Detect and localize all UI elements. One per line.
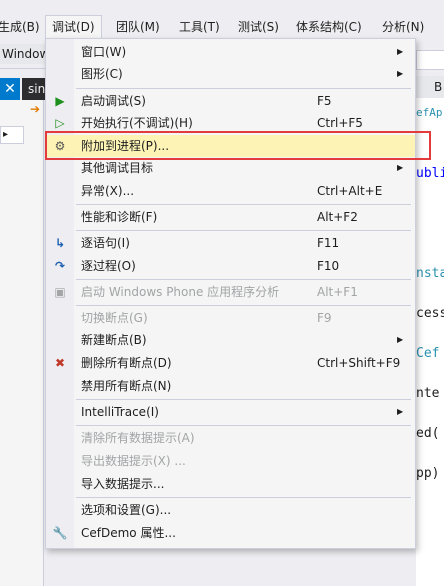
menu-item-graphics[interactable]: 图形(C) ▶ — [46, 63, 415, 85]
play-outline-icon: ▷ — [55, 116, 65, 130]
menu-item-export-data-tips[interactable]: 导出数据提示(X) ... — [46, 450, 415, 472]
menu-build[interactable]: 生成(B) — [0, 16, 46, 38]
menu-item-intellitrace[interactable]: IntelliTrace(I) ▶ — [46, 401, 415, 423]
windows-tab[interactable]: Windows — [0, 44, 49, 64]
delete-breakpoints-icon: ✖ — [54, 356, 66, 370]
toolbar-dropdown[interactable] — [416, 50, 444, 70]
step-over-icon: ↷ — [54, 259, 66, 273]
menu-item-new-breakpoint[interactable]: 新建断点(B) ▶ — [46, 329, 415, 351]
code-fragment: ubli — [416, 166, 444, 181]
menu-item-start-debugging[interactable]: ▶ 启动调试(S) F5 — [46, 90, 415, 112]
menu-item-windows-phone-analysis[interactable]: ▣ 启动 Windows Phone 应用程序分析 Alt+F1 — [46, 281, 415, 303]
debug-menu: 窗口(W) ▶ 图形(C) ▶ ▶ 启动调试(S) F5 ▷ 开始执行(不调试)… — [45, 38, 416, 549]
code-fragment: efAp — [416, 106, 443, 119]
code-fragment: cess — [416, 306, 444, 321]
menu-separator — [76, 399, 411, 400]
menu-separator — [76, 425, 411, 426]
phone-analysis-icon: ▣ — [54, 285, 66, 299]
menu-architecture[interactable]: 体系结构(C) — [290, 16, 368, 38]
menu-item-step-into[interactable]: ↳ 逐语句(I) F11 — [46, 232, 415, 254]
menu-item-import-data-tips[interactable]: 导入数据提示... — [46, 473, 415, 495]
annotation-highlight-box — [45, 131, 431, 160]
menu-tools[interactable]: 工具(T) — [173, 16, 226, 38]
menu-item-exceptions[interactable]: 异常(X)... Ctrl+Alt+E — [46, 180, 415, 202]
menu-debug[interactable]: 调试(D) — [45, 15, 102, 38]
submenu-arrow-icon: ▶ — [397, 47, 404, 56]
menu-team[interactable]: 团队(M) — [110, 16, 166, 38]
menu-item-project-properties[interactable]: 🔧 CefDemo 属性... — [46, 522, 415, 544]
code-fragment: Cef — [416, 346, 440, 361]
step-into-icon: ↳ — [54, 236, 66, 250]
submenu-arrow-icon: ▶ — [397, 69, 404, 78]
menu-separator — [76, 497, 411, 498]
menu-separator — [76, 88, 411, 89]
code-fragment: pp) — [416, 466, 440, 481]
submenu-arrow-icon: ▶ — [397, 335, 404, 344]
code-fragment: nte — [416, 386, 440, 401]
menu-separator — [76, 230, 411, 231]
menu-item-options-settings[interactable]: 选项和设置(G)... — [46, 499, 415, 521]
menu-item-toggle-breakpoint[interactable]: 切换断点(G) F9 — [46, 307, 415, 329]
menu-item-delete-all-breakpoints[interactable]: ✖ 删除所有断点(D) Ctrl+Shift+F9 — [46, 352, 415, 374]
menu-separator — [76, 279, 411, 280]
submenu-arrow-icon: ▶ — [397, 407, 404, 416]
code-editor[interactable]: efAp ubli nsta cess Cef nte ed( pp) — [416, 98, 444, 586]
menu-separator — [76, 305, 411, 306]
menu-separator — [76, 204, 411, 205]
play-icon: ▶ — [55, 94, 65, 108]
menu-item-other-debug-targets[interactable]: 其他调试目标 ▶ — [46, 157, 415, 179]
code-fragment: ed( — [416, 426, 440, 441]
code-fragment: nsta — [416, 266, 444, 281]
left-dropdown[interactable]: ▸ — [0, 126, 24, 144]
close-icon[interactable]: ✕ — [0, 78, 20, 100]
arrow-icon: ➔ — [30, 102, 41, 116]
left-panel — [0, 100, 44, 586]
menu-bar: 生成(B) 调试(D) 团队(M) 工具(T) 测试(S) 体系结构(C) 分析… — [0, 15, 444, 38]
menu-test[interactable]: 测试(S) — [232, 16, 285, 38]
menu-item-performance-diagnostics[interactable]: 性能和诊断(F) Alt+F2 — [46, 206, 415, 228]
menu-analyze[interactable]: 分析(N) — [376, 16, 430, 38]
menu-item-clear-data-tips[interactable]: 清除所有数据提示(A) — [46, 427, 415, 449]
menu-item-window[interactable]: 窗口(W) ▶ — [46, 41, 415, 63]
editor-tab-right[interactable]: B — [416, 76, 444, 98]
submenu-arrow-icon: ▶ — [397, 163, 404, 172]
wrench-icon: 🔧 — [52, 526, 68, 540]
menu-item-step-over[interactable]: ↷ 逐过程(O) F10 — [46, 255, 415, 277]
menu-item-disable-all-breakpoints[interactable]: 禁用所有断点(N) — [46, 375, 415, 397]
